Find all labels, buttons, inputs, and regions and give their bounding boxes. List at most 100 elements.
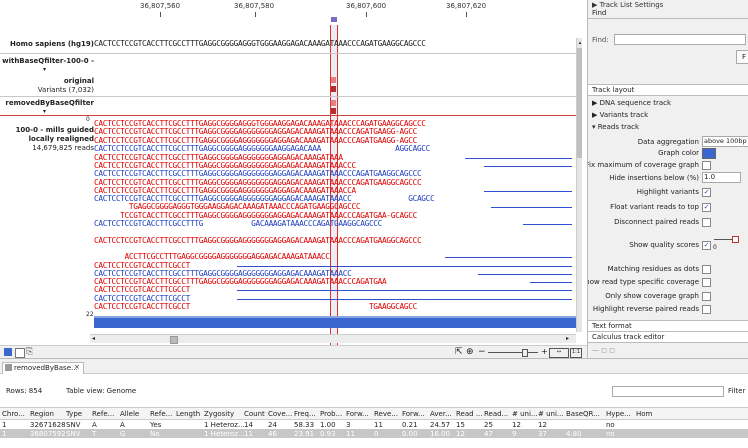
column-header[interactable]: Length xyxy=(176,410,200,418)
column-header[interactable]: Forw... xyxy=(402,410,425,418)
column-header[interactable]: Hom xyxy=(636,410,652,418)
filter-input[interactable] xyxy=(612,386,724,397)
table-view-icon[interactable] xyxy=(15,348,25,358)
table-tab[interactable]: removedByBase... × xyxy=(2,362,84,374)
close-icon[interactable]: × xyxy=(74,363,80,371)
zoom-out-icon[interactable]: − xyxy=(478,347,486,357)
zoom-slider-handle[interactable] xyxy=(522,349,528,357)
column-header[interactable]: Cove... xyxy=(268,410,292,418)
read-pair-line xyxy=(445,257,572,259)
column-header[interactable]: Freq... xyxy=(294,410,316,418)
text-format-header[interactable]: Text format xyxy=(588,320,748,332)
withbq-track-label: withBaseQfilter-100-0 - xyxy=(2,57,94,65)
collapse-arrow-icon[interactable]: ▾ xyxy=(43,108,46,115)
table-cell: SNV xyxy=(66,421,81,429)
zoom-in-icon[interactable]: ⊕ xyxy=(466,347,474,357)
column-header[interactable]: Read... xyxy=(484,410,508,418)
column-header[interactable]: # uni... xyxy=(538,410,564,418)
column-header[interactable]: BaseQR... xyxy=(566,410,600,418)
column-header[interactable]: Zygosity xyxy=(204,410,234,418)
removed-track-label: removedByBaseQfilter xyxy=(5,99,94,107)
zoom-slider[interactable] xyxy=(488,349,538,357)
calculus-editor-header[interactable]: Calculus track editor xyxy=(588,332,748,343)
panel-controls-icon[interactable]: — ◻ ◻ xyxy=(592,346,615,354)
find-input[interactable] xyxy=(614,34,746,45)
column-header[interactable]: Hype... xyxy=(606,410,631,418)
highlight-reverse-checkbox[interactable] xyxy=(702,305,711,314)
only-coverage-checkbox[interactable] xyxy=(702,292,711,301)
only-coverage-label: Only show coverage graph xyxy=(605,292,699,300)
table-cell: No xyxy=(150,430,160,438)
table-cell: 0.21 xyxy=(402,421,418,429)
column-header[interactable]: Type xyxy=(66,410,82,418)
table-cell: 24.57 xyxy=(430,421,451,429)
read-row[interactable]: CACTCCTCCGTCACCTTCGCCTTTGAGGCGGGGAGGGGGG… xyxy=(94,237,578,245)
table-cell: 3 xyxy=(346,421,351,429)
hide-insertions-input[interactable]: 1.0 xyxy=(702,172,741,183)
track-scrollbar[interactable]: ▴ xyxy=(576,38,582,332)
column-header[interactable]: # uni... xyxy=(512,410,538,418)
zoom-fit-icon[interactable]: ↔ xyxy=(549,348,569,358)
read-coverage-checkbox[interactable] xyxy=(702,278,711,287)
table-row[interactable]: 1 36807592 SNV T G No 1 Heteroz... 11 46 23.91 0.9… xyxy=(0,429,748,438)
column-header[interactable]: Reve... xyxy=(374,410,398,418)
reads-section-toggle[interactable]: ▾ Reads track xyxy=(592,123,639,131)
scroll-left-icon[interactable]: ◂ xyxy=(92,335,95,342)
show-quality-checkbox[interactable]: ✓ xyxy=(702,241,711,250)
track-layout-header[interactable]: Track layout xyxy=(588,84,748,96)
read-row[interactable]: TCCGTCACCTTCGCCTTTGAGGCGGGGAGGGGGGGAGGAG… xyxy=(94,212,578,220)
disconnect-paired-label: Disconnect paired reads xyxy=(614,218,699,226)
horizontal-scrollbar[interactable]: ◂ ▸ xyxy=(90,334,576,344)
data-aggregation-select[interactable]: above 100bp xyxy=(702,136,748,147)
column-header[interactable]: Prob... xyxy=(320,410,342,418)
column-header[interactable]: Forw... xyxy=(346,410,369,418)
zoom-in-small-icon[interactable]: + xyxy=(541,347,548,356)
variants-section-toggle[interactable]: ▶ Variants track xyxy=(592,111,648,119)
scroll-thumb[interactable] xyxy=(170,336,178,344)
select-tool-icon[interactable]: ⇱ xyxy=(455,347,463,357)
quality-zero: 0 xyxy=(713,244,717,251)
quality-slider[interactable] xyxy=(714,236,740,243)
float-variant-checkbox[interactable]: ✓ xyxy=(702,203,711,212)
graph-color-swatch[interactable] xyxy=(702,148,716,159)
column-header[interactable]: Aver... xyxy=(430,410,452,418)
highlight-variants-checkbox[interactable]: ✓ xyxy=(702,188,711,197)
column-header[interactable]: Read ... xyxy=(456,410,483,418)
table-row[interactable]: 1 32671628 SNV A A Yes 1 Heteroz... 14 24 58.33 1.… xyxy=(0,420,748,429)
zoom-1to1-icon[interactable]: 1:1 xyxy=(570,348,582,358)
dna-section-toggle[interactable]: ▶ DNA sequence track xyxy=(592,99,671,107)
quality-slider-handle[interactable] xyxy=(732,236,739,243)
settings-header: ▶ Track List Settings xyxy=(592,1,664,9)
fix-max-checkbox[interactable] xyxy=(702,161,711,170)
find-button[interactable]: F xyxy=(736,50,748,64)
coverage-graph xyxy=(94,318,578,328)
column-header[interactable]: Region xyxy=(30,410,54,418)
read-row[interactable]: CACTCCTCCGTCACCTTCGCCTTTGAGGCGGGGAGGGGGG… xyxy=(94,195,578,203)
variant-marker xyxy=(331,100,336,106)
scroll-right-icon[interactable]: ▸ xyxy=(566,335,569,342)
column-header[interactable]: Count xyxy=(244,410,265,418)
matching-dots-checkbox[interactable] xyxy=(702,265,711,274)
filter-button[interactable]: Filter xyxy=(728,387,745,395)
divider xyxy=(0,96,582,97)
read-row[interactable]: CACTCCTCCGTCACCTTCGCCTTTGAGGCGGGGAGGGGGG… xyxy=(94,137,578,145)
column-header[interactable]: Refe... xyxy=(92,410,114,418)
read-row[interactable]: CACTCCTCCGTCACCTTCGCCTTTG GACAAAGATAAACC… xyxy=(94,220,578,228)
read-row[interactable]: CACTCCTCCGTCACCTTCGCCTTTGAGGCGGGGAGGGGGG… xyxy=(94,179,578,187)
reference-sequence: CACTCCTCCGTCACCTTCGCCTTTGAGGCGGGGAGGGTGG… xyxy=(94,40,426,48)
grid-view-icon[interactable] xyxy=(4,348,12,356)
column-header[interactable]: Refe... xyxy=(150,410,172,418)
track-view[interactable]: 36,807,560 36,807,580 36,807,600 36,807,… xyxy=(0,0,582,345)
column-header[interactable]: Chro... xyxy=(2,410,25,418)
disconnect-paired-checkbox[interactable] xyxy=(702,218,711,227)
reads-track-count: 14,679,825 reads xyxy=(32,144,94,152)
details-icon[interactable]: ⎘ xyxy=(26,347,33,357)
read-row[interactable]: CACTCCTCCGTCACCTTCGCCT TGAAGGCAGCC xyxy=(94,303,578,311)
read-row[interactable]: CACTCCTCCGTCACCTTCGCCTTTGAGGCGGGGAGGGGGG… xyxy=(94,278,578,286)
read-row[interactable]: CACTCCTCCGTCACCTTCGCCTTTGAGGCGGGGAGGGGGG… xyxy=(94,170,578,178)
collapse-arrow-icon[interactable]: ▾ xyxy=(43,66,46,73)
read-row[interactable]: CACTCCTCCGTCACCTTCGCCTTTGAGGCGGGGAGGGGGG… xyxy=(94,145,578,153)
scroll-thumb[interactable] xyxy=(577,48,582,158)
column-header[interactable]: Allele xyxy=(120,410,139,418)
scroll-up-icon[interactable]: ▴ xyxy=(577,40,582,46)
